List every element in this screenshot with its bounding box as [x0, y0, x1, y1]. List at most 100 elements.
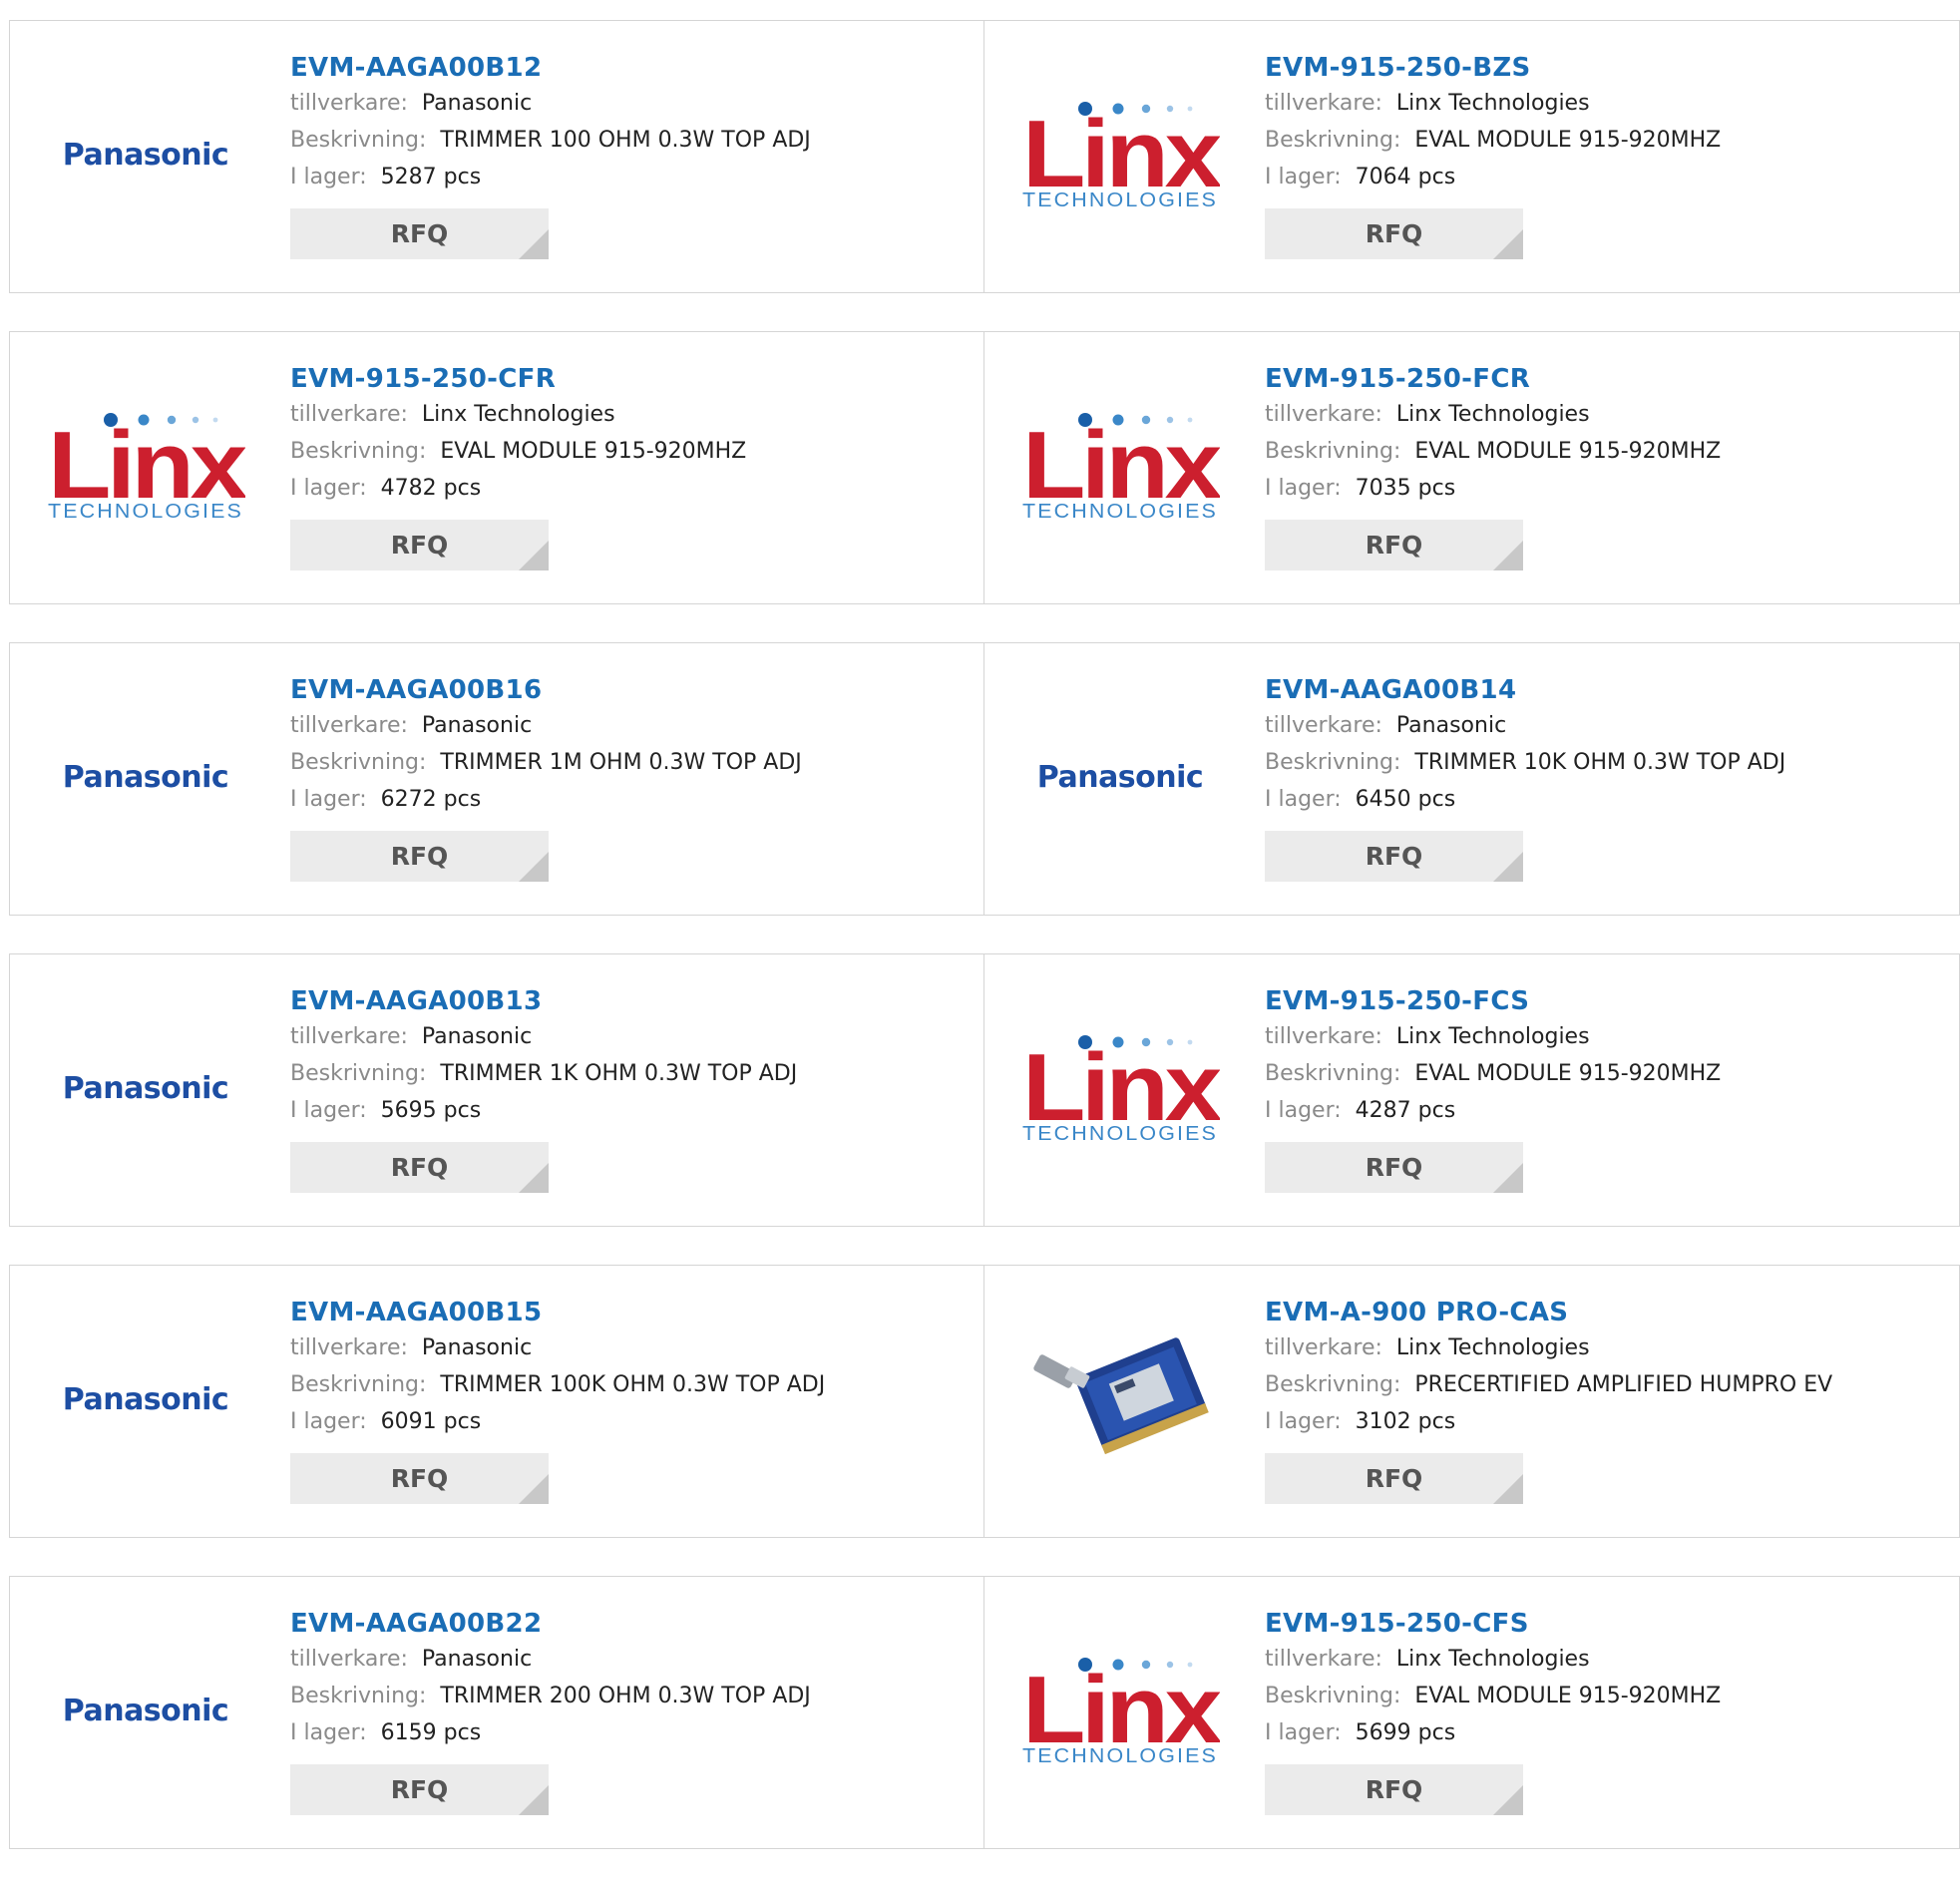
rfq-button[interactable]: RFQ — [1265, 520, 1523, 570]
product-card: Panasonic EVM-AAGA00B14 tillverkare: Pana… — [984, 642, 1960, 916]
manufacturer-label: tillverkare: — [1265, 713, 1382, 738]
manufacturer-logo[interactable]: Linx TECHNOLOGIES — [1020, 412, 1220, 520]
description-label: Beskrivning: — [290, 128, 427, 153]
manufacturer-line: tillverkare: Panasonic — [290, 1641, 811, 1678]
part-number-link[interactable]: EVM-A-900 PRO-CAS — [1265, 1296, 1832, 1329]
rfq-corner-decoration — [519, 1163, 549, 1193]
stock-value: 7035 pcs — [1355, 476, 1456, 501]
manufacturer-logo[interactable]: Linx TECHNOLOGIES — [1020, 1034, 1220, 1142]
description-label: Beskrivning: — [1265, 1684, 1401, 1708]
manufacturer-label: tillverkare: — [1265, 1024, 1382, 1049]
stock-label: I lager: — [1265, 787, 1342, 812]
rfq-button[interactable]: RFQ — [290, 520, 549, 570]
rfq-button[interactable]: RFQ — [1265, 208, 1523, 259]
stock-line: I lager: 5699 pcs — [1265, 1714, 1721, 1751]
stock-value: 6272 pcs — [380, 787, 482, 812]
manufacturer-line: tillverkare: Panasonic — [290, 1329, 825, 1366]
product-info: EVM-A-900 PRO-CAS tillverkare: Linx Techn… — [1265, 1296, 1832, 1504]
stock-label: I lager: — [290, 787, 367, 812]
product-card: Linx TECHNOLOGIES EVM-915-250-FCR tillve… — [984, 331, 1960, 604]
manufacturer-line: tillverkare: Linx Technologies — [1265, 1641, 1721, 1678]
product-row: Panasonic EVM-AAGA00B16 tillverkare: Pana… — [9, 642, 1960, 916]
rfq-label: RFQ — [390, 531, 449, 560]
description-line: Beskrivning: EVAL MODULE 915-920MHZ — [290, 433, 746, 470]
rfq-label: RFQ — [1365, 1775, 1423, 1804]
manufacturer-logo[interactable]: Panasonic — [46, 1345, 245, 1453]
manufacturer-label: tillverkare: — [290, 1647, 408, 1672]
stock-value: 5699 pcs — [1355, 1720, 1456, 1745]
stock-line: I lager: 7035 pcs — [1265, 470, 1721, 507]
product-grid: Panasonic EVM-AAGA00B12 tillverkare: Pana… — [9, 20, 1960, 1887]
product-info: EVM-AAGA00B22 tillverkare: Panasonic Besk… — [290, 1607, 811, 1815]
product-info: EVM-AAGA00B15 tillverkare: Panasonic Besk… — [290, 1296, 825, 1504]
product-info: EVM-915-250-CFR tillverkare: Linx Technol… — [290, 362, 746, 570]
rfq-label: RFQ — [1365, 842, 1423, 871]
manufacturer-logo[interactable] — [1020, 1277, 1220, 1476]
description-value: EVAL MODULE 915-920MHZ — [1414, 1061, 1722, 1086]
stock-line: I lager: 5695 pcs — [290, 1092, 797, 1129]
stock-value: 6450 pcs — [1355, 787, 1456, 812]
stock-label: I lager: — [290, 1098, 367, 1123]
manufacturer-logo[interactable]: Linx TECHNOLOGIES — [1020, 101, 1220, 208]
rfq-button[interactable]: RFQ — [1265, 1453, 1523, 1504]
linx-logo: Linx TECHNOLOGIES — [1022, 1034, 1220, 1142]
rfq-button[interactable]: RFQ — [1265, 1764, 1523, 1815]
panasonic-logo: Panasonic — [62, 1381, 229, 1417]
part-number-link[interactable]: EVM-AAGA00B16 — [290, 673, 802, 707]
manufacturer-line: tillverkare: Linx Technologies — [1265, 1018, 1721, 1055]
rfq-button[interactable]: RFQ — [1265, 1142, 1523, 1193]
manufacturer-label: tillverkare: — [1265, 1335, 1382, 1360]
part-number-link[interactable]: EVM-915-250-BZS — [1265, 51, 1721, 85]
panasonic-logo: Panasonic — [62, 137, 229, 173]
manufacturer-value: Linx Technologies — [421, 402, 615, 427]
part-number-link[interactable]: EVM-AAGA00B13 — [290, 984, 797, 1018]
rfq-button[interactable]: RFQ — [1265, 831, 1523, 882]
manufacturer-line: tillverkare: Panasonic — [1265, 707, 1785, 744]
product-info: EVM-AAGA00B14 tillverkare: Panasonic Besk… — [1265, 673, 1785, 882]
rfq-label: RFQ — [390, 1464, 449, 1493]
product-card: Panasonic EVM-AAGA00B13 tillverkare: Pana… — [9, 953, 984, 1227]
product-row: Panasonic EVM-AAGA00B13 tillverkare: Pana… — [9, 953, 1960, 1227]
rfq-button[interactable]: RFQ — [290, 1142, 549, 1193]
rfq-corner-decoration — [1493, 1163, 1523, 1193]
part-number-link[interactable]: EVM-915-250-CFS — [1265, 1607, 1721, 1641]
manufacturer-logo[interactable]: Panasonic — [46, 1034, 245, 1142]
description-label: Beskrivning: — [290, 1061, 427, 1086]
part-number-link[interactable]: EVM-915-250-CFR — [290, 362, 746, 396]
description-value: PRECERTIFIED AMPLIFIED HUMPRO EV — [1414, 1372, 1833, 1397]
rfq-button[interactable]: RFQ — [290, 1453, 549, 1504]
product-info: EVM-AAGA00B16 tillverkare: Panasonic Besk… — [290, 673, 802, 882]
manufacturer-value: Linx Technologies — [1395, 91, 1590, 116]
manufacturer-value: Panasonic — [421, 1024, 533, 1049]
manufacturer-logo[interactable]: Panasonic — [1020, 723, 1220, 831]
product-info: EVM-AAGA00B13 tillverkare: Panasonic Besk… — [290, 984, 797, 1193]
manufacturer-logo[interactable]: Panasonic — [46, 101, 245, 208]
description-line: Beskrivning: TRIMMER 10K OHM 0.3W TOP ADJ — [1265, 744, 1785, 781]
description-line: Beskrivning: TRIMMER 1K OHM 0.3W TOP ADJ — [290, 1055, 797, 1092]
manufacturer-logo[interactable]: Linx TECHNOLOGIES — [46, 412, 245, 520]
manufacturer-label: tillverkare: — [290, 1024, 408, 1049]
product-info: EVM-915-250-CFS tillverkare: Linx Technol… — [1265, 1607, 1721, 1815]
rfq-button[interactable]: RFQ — [290, 831, 549, 882]
stock-line: I lager: 6091 pcs — [290, 1403, 825, 1440]
svg-text:TECHNOLOGIES: TECHNOLOGIES — [1022, 189, 1218, 208]
part-number-link[interactable]: EVM-915-250-FCR — [1265, 362, 1721, 396]
manufacturer-line: tillverkare: Linx Technologies — [290, 396, 746, 433]
product-card: Linx TECHNOLOGIES EVM-915-250-FCS tillve… — [984, 953, 1960, 1227]
part-number-link[interactable]: EVM-AAGA00B22 — [290, 1607, 811, 1641]
rfq-button[interactable]: RFQ — [290, 1764, 549, 1815]
stock-label: I lager: — [1265, 476, 1342, 501]
manufacturer-line: tillverkare: Linx Technologies — [1265, 396, 1721, 433]
manufacturer-logo[interactable]: Panasonic — [46, 1657, 245, 1764]
part-number-link[interactable]: EVM-AAGA00B15 — [290, 1296, 825, 1329]
stock-value: 6159 pcs — [380, 1720, 482, 1745]
manufacturer-logo[interactable]: Panasonic — [46, 723, 245, 831]
product-card: Panasonic EVM-AAGA00B15 tillverkare: Pana… — [9, 1265, 984, 1538]
part-number-link[interactable]: EVM-AAGA00B12 — [290, 51, 811, 85]
part-number-link[interactable]: EVM-AAGA00B14 — [1265, 673, 1785, 707]
rfq-button[interactable]: RFQ — [290, 208, 549, 259]
rfq-label: RFQ — [390, 1153, 449, 1182]
manufacturer-logo[interactable]: Linx TECHNOLOGIES — [1020, 1657, 1220, 1764]
manufacturer-value: Linx Technologies — [1395, 1024, 1590, 1049]
part-number-link[interactable]: EVM-915-250-FCS — [1265, 984, 1721, 1018]
